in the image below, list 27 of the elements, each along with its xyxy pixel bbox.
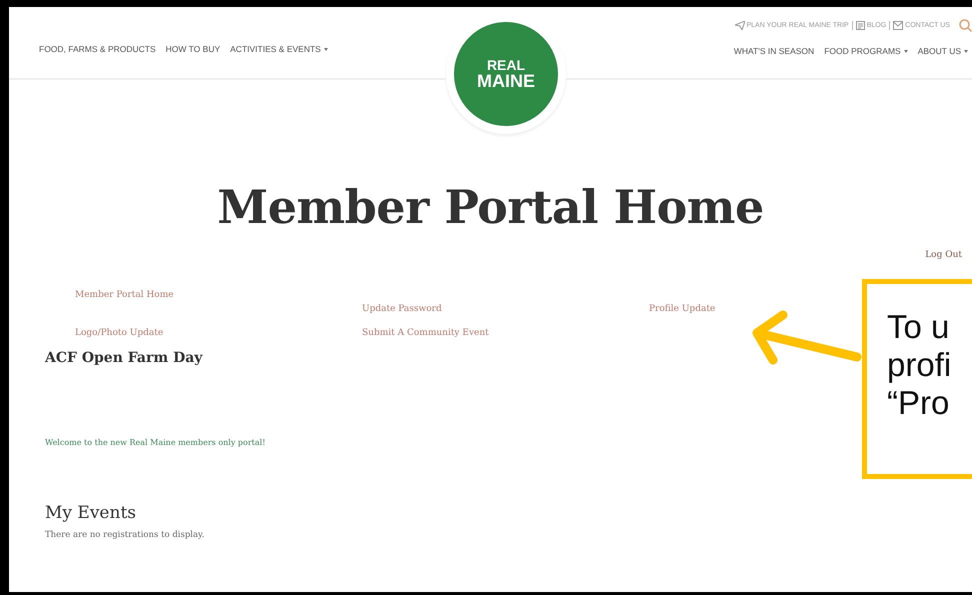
document-icon <box>856 21 865 30</box>
callout-text: profi <box>887 346 952 384</box>
page-title: Member Portal Home <box>216 180 765 234</box>
section-heading: My Events <box>45 503 137 523</box>
portal-link[interactable]: Logo/Photo Update <box>75 328 164 338</box>
caret-icon <box>324 48 328 50</box>
nav-link[interactable]: FOOD PROGRAMS <box>824 46 908 56</box>
paper-plane-icon <box>734 21 744 30</box>
event-heading: ACF Open Farm Day <box>45 350 204 366</box>
nav-link[interactable]: FOOD, FARMS & PRODUCTS <box>39 44 156 54</box>
search-icon[interactable] <box>959 19 972 32</box>
portal-link[interactable]: Update Password <box>362 304 442 314</box>
logout-link[interactable]: Log Out <box>925 250 962 260</box>
nav-link[interactable]: ACTIVITIES & EVENTS <box>230 44 328 54</box>
portal-link[interactable]: Profile Update <box>649 304 716 314</box>
callout-text: “Pro <box>887 384 950 422</box>
empty-message: There are no registrations to display. <box>45 530 206 540</box>
envelope-icon <box>893 21 904 30</box>
caret-icon <box>904 50 908 52</box>
callout-text: To u <box>887 308 950 346</box>
caret-icon <box>964 50 968 52</box>
welcome-message: Welcome to the new Real Maine members only portal! <box>45 438 266 447</box>
portal-link[interactable]: Member Portal Home <box>75 290 174 300</box>
nav-link[interactable]: HOW TO BUY <box>166 44 220 54</box>
nav-link[interactable]: WHAT'S IN SEASON <box>734 46 814 56</box>
nav-link[interactable]: ABOUT US <box>918 46 968 56</box>
portal-link[interactable]: Submit A Community Event <box>362 328 489 338</box>
